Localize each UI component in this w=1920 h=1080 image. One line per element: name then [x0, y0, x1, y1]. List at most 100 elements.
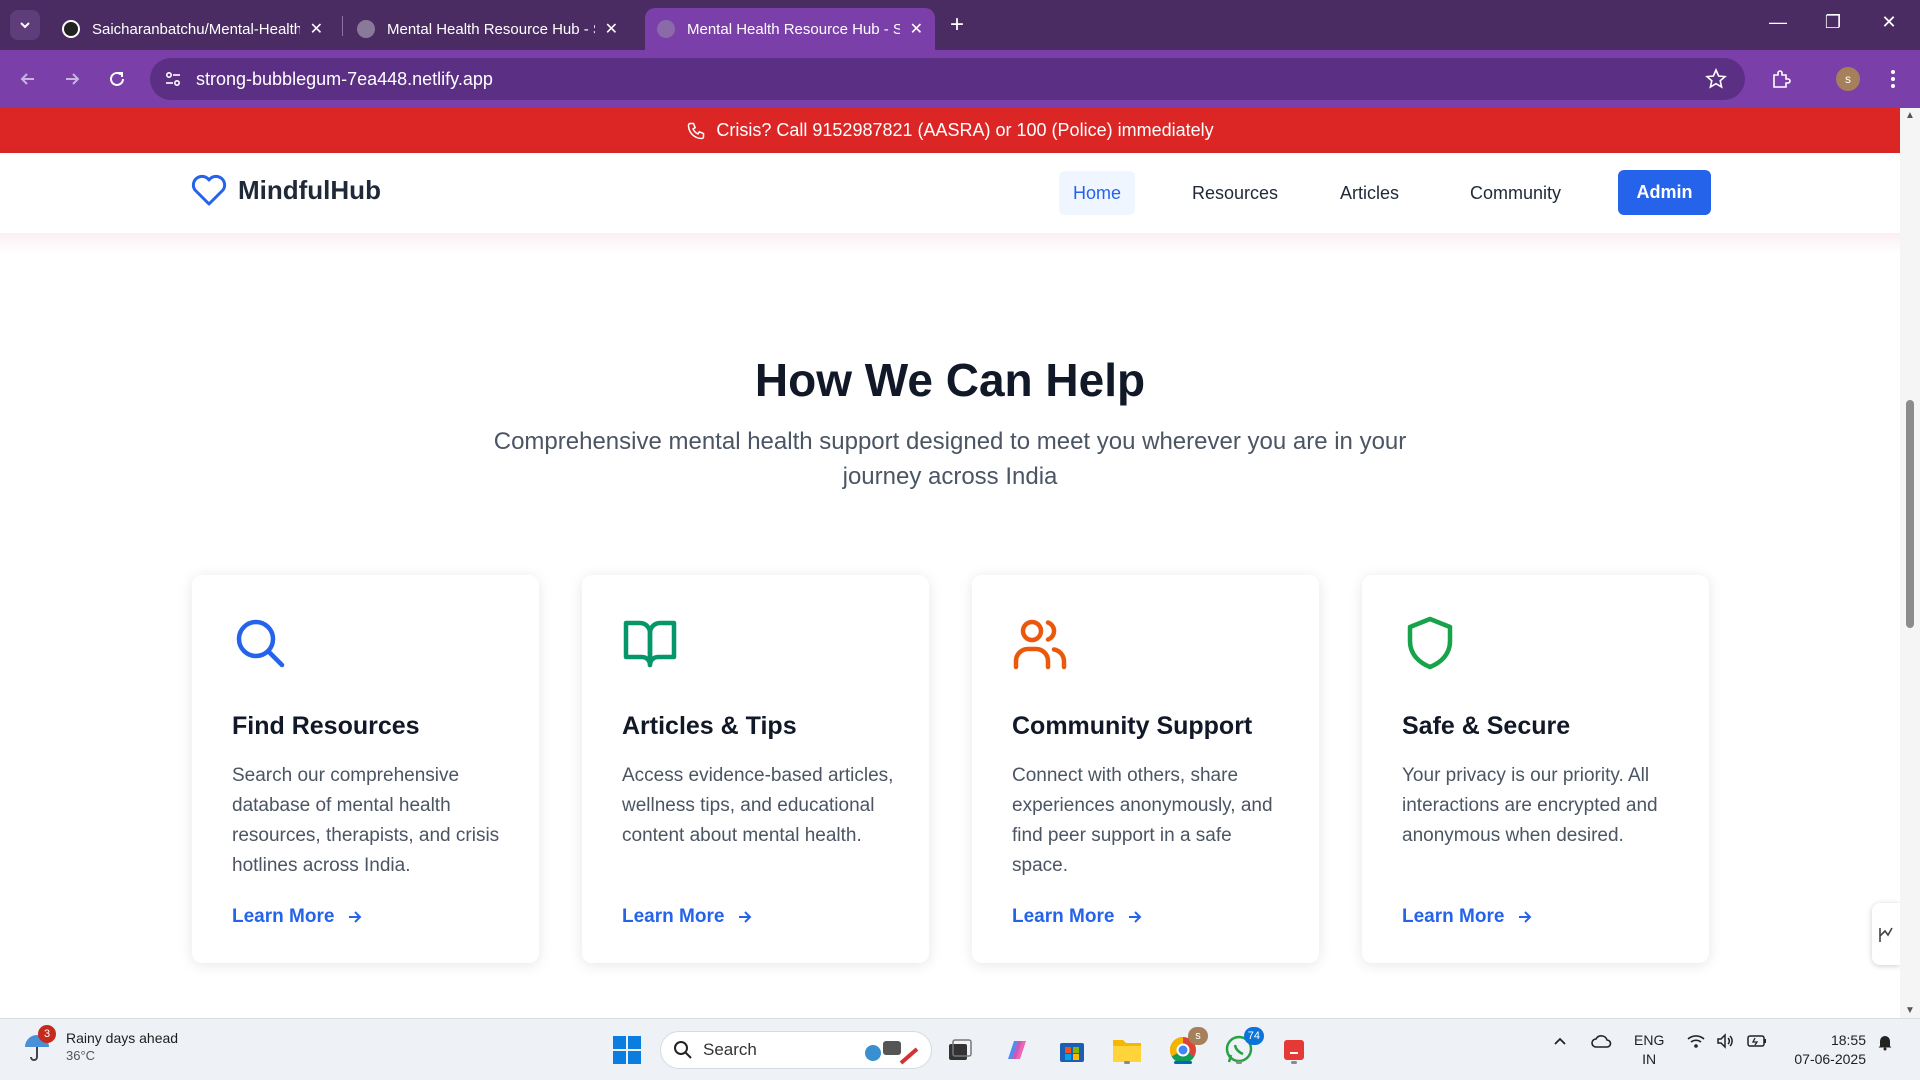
- chart-line-icon: [1879, 927, 1893, 942]
- restore-button[interactable]: ❐: [1810, 12, 1856, 33]
- system-clock[interactable]: 18:55 07-06-2025: [1786, 1031, 1866, 1069]
- learn-more-link[interactable]: Learn More: [622, 906, 754, 928]
- feature-card-safe-secure: Safe & Secure Your privacy is our priori…: [1362, 575, 1709, 963]
- site-header: MindfulHub Home Resources Articles Commu…: [0, 153, 1900, 233]
- arrow-left-icon: [20, 73, 34, 85]
- microsoft-store-app[interactable]: [1055, 1033, 1089, 1067]
- copilot-icon: [1008, 1041, 1026, 1059]
- task-view-icon: [949, 1039, 972, 1060]
- weather-badge: 3: [38, 1025, 56, 1043]
- link-label: Learn More: [622, 906, 725, 927]
- browser-menu-icon[interactable]: [1878, 64, 1908, 94]
- crisis-text: Crisis? Call 9152987821 (AASRA) or 100 (…: [716, 120, 1214, 140]
- reload-icon: [110, 71, 124, 86]
- heart-icon: [191, 174, 227, 206]
- back-button[interactable]: [13, 64, 43, 94]
- admin-button[interactable]: Admin: [1618, 170, 1711, 215]
- site-info-icon[interactable]: [160, 66, 186, 92]
- chevron-down-icon: [20, 22, 30, 29]
- feature-card-find-resources: Find Resources Search our comprehensive …: [192, 575, 539, 963]
- close-icon[interactable]: ✕: [910, 19, 923, 39]
- extensions-icon[interactable]: [1766, 64, 1796, 94]
- clock-time: 18:55: [1830, 1032, 1866, 1048]
- learn-more-link[interactable]: Learn More: [232, 906, 364, 928]
- bookmark-star-icon[interactable]: [1705, 67, 1727, 95]
- weather-widget[interactable]: 3 Rainy days ahead 36°C: [22, 1025, 178, 1065]
- site-logo[interactable]: MindfulHub: [190, 173, 381, 207]
- language-region: IN: [1642, 1051, 1657, 1067]
- arrow-right-icon: [1129, 911, 1142, 923]
- learn-more-link[interactable]: Learn More: [1402, 906, 1534, 928]
- chrome-profile-badge: s: [1188, 1027, 1208, 1045]
- card-description: Your privacy is our priority. All intera…: [1402, 765, 1658, 846]
- tray-overflow-chevron-icon[interactable]: [1552, 1033, 1568, 1052]
- close-icon[interactable]: ✕: [310, 19, 323, 39]
- start-button[interactable]: [610, 1033, 644, 1067]
- browser-toolbar: strong-bubblegum-7ea448.netlify.app s: [0, 50, 1920, 108]
- taskbar-search[interactable]: Search: [660, 1031, 932, 1069]
- profile-button[interactable]: s: [1833, 64, 1863, 94]
- url-text: strong-bubblegum-7ea448.netlify.app: [196, 68, 493, 89]
- file-explorer-app[interactable]: [1110, 1033, 1144, 1067]
- task-view-button[interactable]: [943, 1033, 977, 1067]
- tab-title: Mental Health Resource Hub - S: [687, 20, 900, 38]
- globe-icon: [657, 20, 675, 38]
- browser-tab[interactable]: Mental Health Resource Hub - S ✕: [345, 8, 630, 50]
- close-icon[interactable]: ✕: [605, 19, 618, 39]
- wifi-icon[interactable]: [1686, 1033, 1706, 1052]
- running-indicator: [1124, 1061, 1130, 1064]
- scroll-down-arrow[interactable]: ▼: [1904, 1005, 1916, 1016]
- link-label: Learn More: [1012, 906, 1115, 927]
- folder-icon: [1113, 1040, 1141, 1062]
- browser-tab-strip: Saicharanbatchu/Mental-Health ✕ Mental H…: [0, 0, 1920, 50]
- arrow-right-icon: [1519, 911, 1532, 923]
- address-bar[interactable]: strong-bubblegum-7ea448.netlify.app: [150, 58, 1745, 100]
- search-placeholder: Search: [703, 1040, 757, 1059]
- tab-title: Saicharanbatchu/Mental-Health: [92, 20, 300, 38]
- notification-badge: 74: [1243, 1027, 1264, 1045]
- notification-bell-icon[interactable]: [1876, 1033, 1894, 1054]
- link-label: Learn More: [1402, 906, 1505, 927]
- language-indicator[interactable]: ENG IN: [1634, 1031, 1664, 1069]
- scrollbar-thumb[interactable]: [1906, 400, 1914, 628]
- nav-resources[interactable]: Resources: [1178, 171, 1292, 215]
- new-tab-button[interactable]: +: [950, 12, 964, 38]
- hero-bottom-edge: [0, 233, 1900, 253]
- github-icon: [62, 20, 80, 38]
- avatar: s: [1836, 67, 1860, 91]
- whatsapp-app[interactable]: 74: [1222, 1027, 1264, 1067]
- running-indicator: [1236, 1061, 1242, 1064]
- onedrive-cloud-icon[interactable]: [1590, 1033, 1612, 1052]
- floating-side-widget[interactable]: [1872, 903, 1900, 965]
- nav-community[interactable]: Community: [1456, 171, 1575, 215]
- browser-tab[interactable]: Saicharanbatchu/Mental-Health ✕: [50, 8, 335, 50]
- nav-articles[interactable]: Articles: [1326, 171, 1413, 215]
- nav-home[interactable]: Home: [1059, 171, 1136, 215]
- feature-card-articles-tips: Articles & Tips Access evidence-based ar…: [582, 575, 929, 963]
- copilot-app[interactable]: [1000, 1033, 1034, 1067]
- scroll-up-arrow[interactable]: ▲: [1904, 110, 1916, 121]
- phone-icon: [688, 122, 705, 139]
- store-icon: [1060, 1043, 1084, 1062]
- clock-date: 07-06-2025: [1794, 1051, 1866, 1067]
- search-icon: [236, 619, 285, 668]
- page-scrollbar[interactable]: ▲ ▼: [1900, 108, 1920, 1018]
- tab-search-button[interactable]: [10, 10, 40, 40]
- close-window-button[interactable]: ✕: [1866, 12, 1912, 33]
- card-title: Safe & Secure: [1402, 712, 1571, 740]
- app-icon: [1284, 1040, 1304, 1060]
- minimize-button[interactable]: —: [1755, 12, 1801, 33]
- arrow-right-icon: [66, 73, 80, 85]
- red-app[interactable]: [1277, 1033, 1311, 1067]
- weather-temp: 36°C: [66, 1048, 96, 1063]
- browser-tab-active[interactable]: Mental Health Resource Hub - S ✕: [645, 8, 935, 50]
- chrome-app[interactable]: s: [1166, 1027, 1208, 1067]
- tab-divider: [342, 16, 343, 36]
- forward-button[interactable]: [57, 64, 87, 94]
- volume-icon[interactable]: [1716, 1033, 1736, 1052]
- learn-more-link[interactable]: Learn More: [1012, 906, 1144, 928]
- arrow-right-icon: [739, 911, 752, 923]
- link-label: Learn More: [232, 906, 335, 927]
- battery-icon[interactable]: [1746, 1033, 1768, 1052]
- reload-button[interactable]: [102, 64, 132, 94]
